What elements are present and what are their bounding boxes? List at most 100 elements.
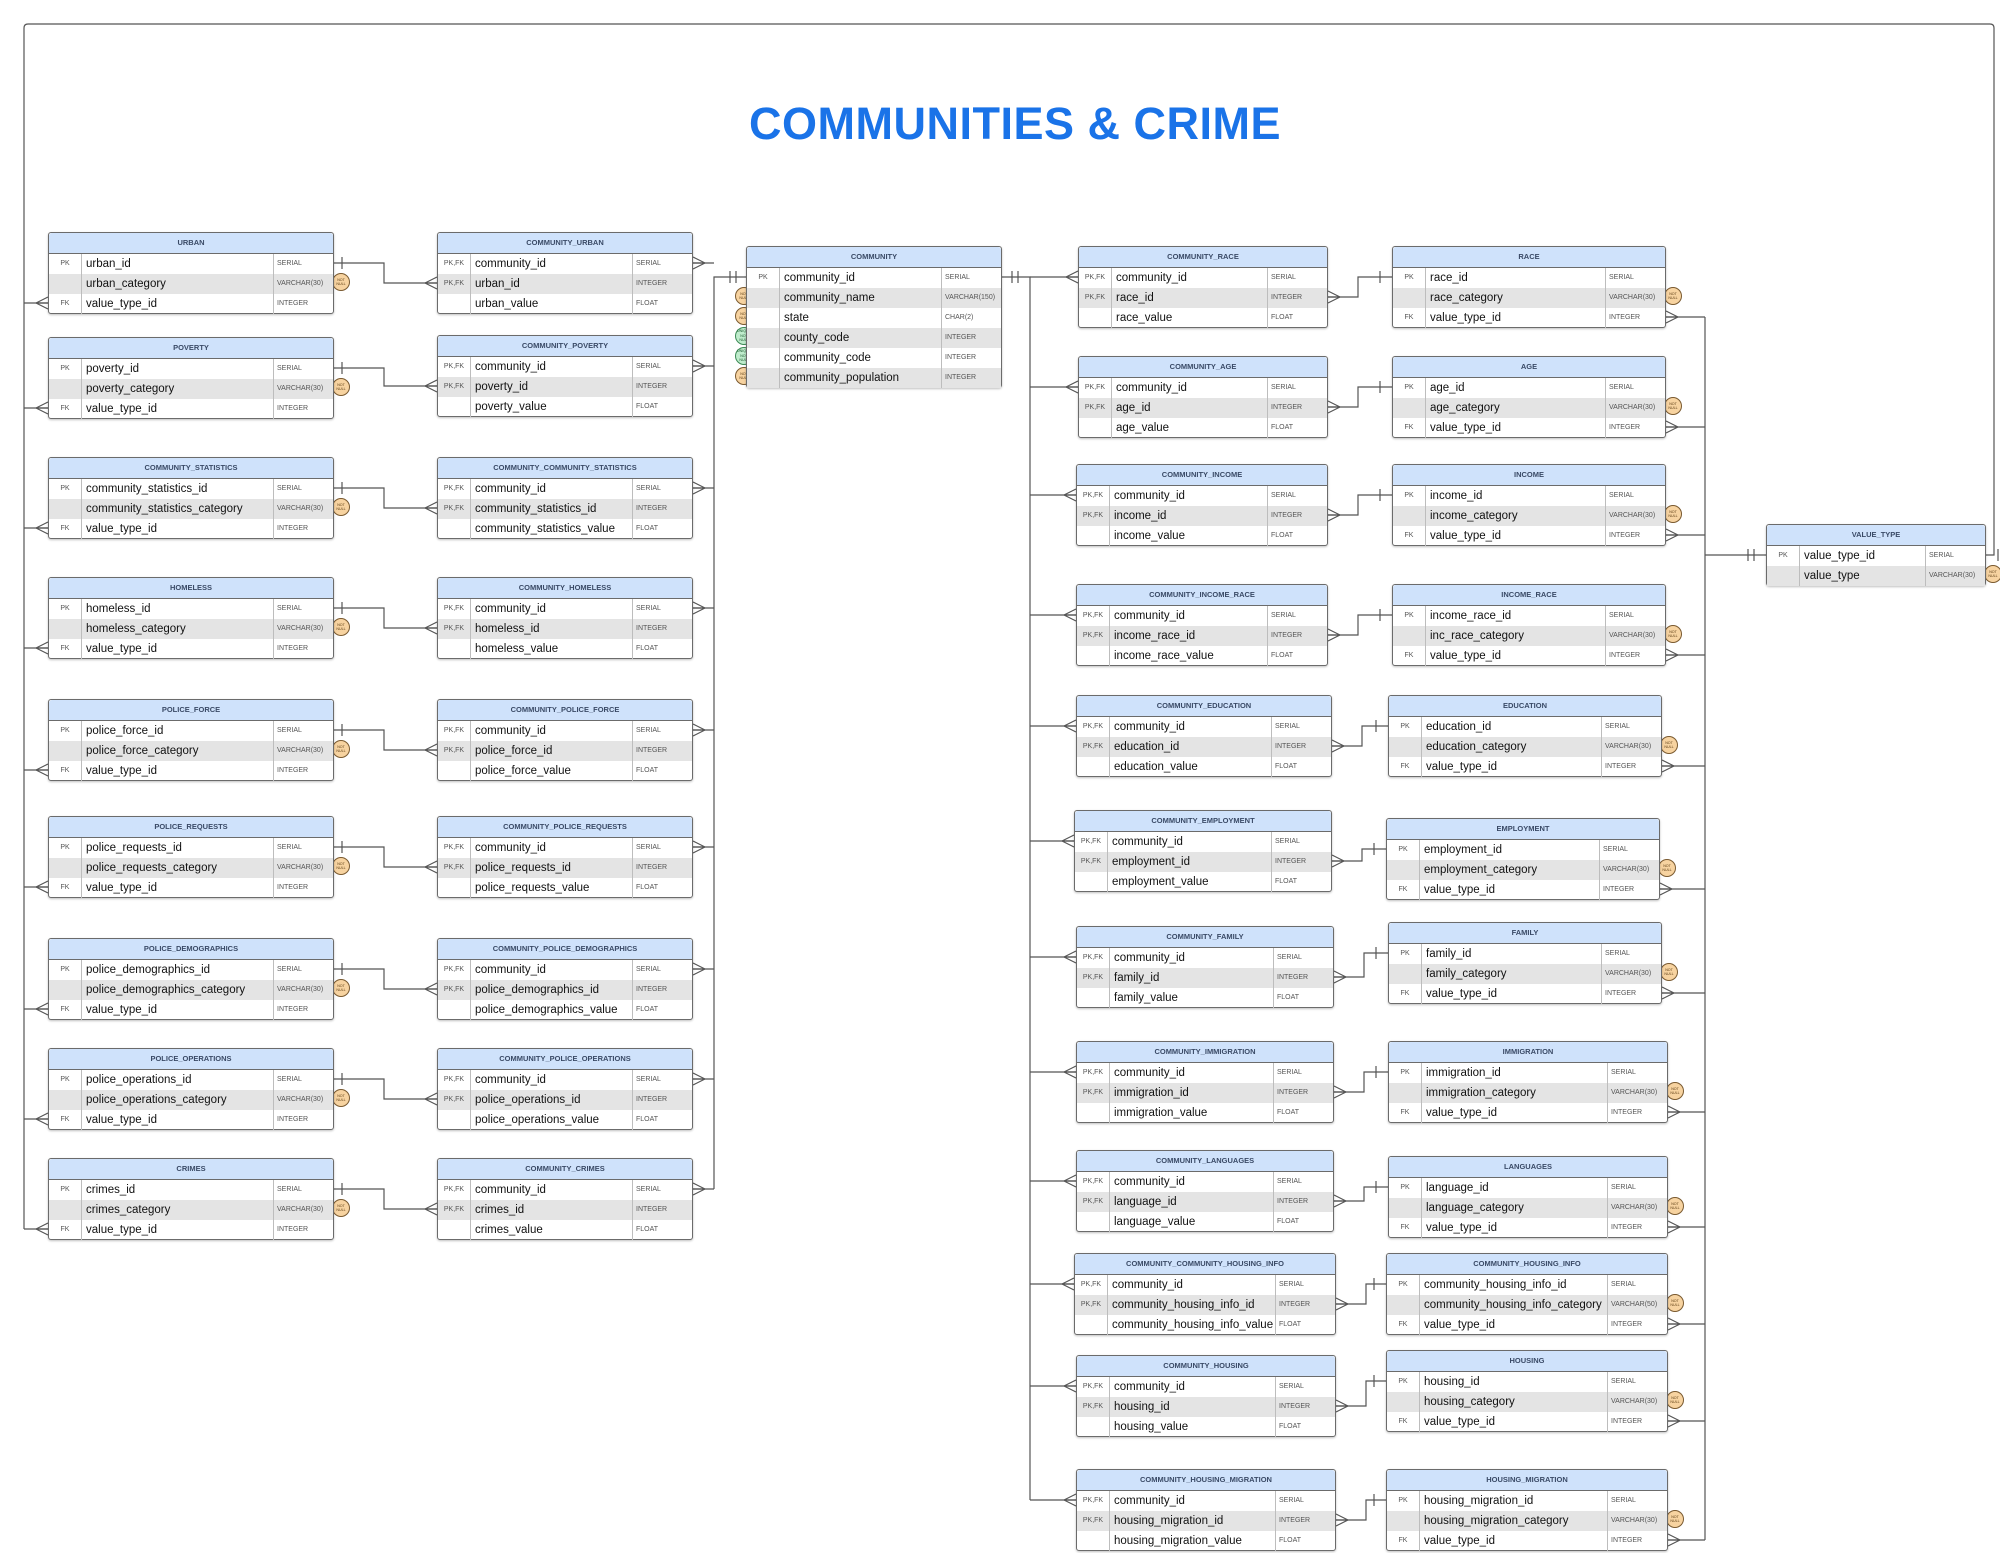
crow-foot-marker [1063, 488, 1077, 502]
table-crimes[interactable]: CRIMES PK crimes_id SERIAL crimes_category VA… [48, 1158, 334, 1240]
table-urban[interactable]: URBAN PK urban_id SERIAL urban_category VARCH… [48, 232, 334, 314]
column-name: community_id [1110, 1491, 1276, 1511]
key-marker: PK [1387, 1372, 1420, 1392]
column-name: value_type_id [82, 1220, 274, 1240]
key-marker [1389, 964, 1422, 984]
table-header: COMMUNITY_COMMUNITY_HOUSING_INFO [1075, 1254, 1335, 1275]
table-family[interactable]: FAMILY PK family_id SERIAL family_category VA… [1388, 922, 1662, 1004]
key-marker [1077, 1531, 1110, 1551]
table-row: community_statistics_category VARCHAR(30) [49, 499, 333, 519]
column-name: immigration_category [1422, 1083, 1608, 1103]
table-value-type[interactable]: VALUE_TYPE PK value_type_id SERIAL value_typ… [1766, 524, 1986, 586]
table-community-crimes[interactable]: COMMUNITY_CRIMES PK,FK community_id SERIAL P… [437, 1158, 693, 1240]
table-age[interactable]: AGE PK age_id SERIAL age_category VARCHAR(30)… [1392, 356, 1666, 438]
table-row: PK language_id SERIAL [1389, 1178, 1667, 1198]
table-community-police-requests[interactable]: COMMUNITY_POLICE_REQUESTS PK,FK community_… [437, 816, 693, 898]
table-income-race[interactable]: INCOME_RACE PK income_race_id SERIAL inc_rac… [1392, 584, 1666, 666]
column-type: VARCHAR(30) [277, 747, 324, 754]
key-marker [1387, 860, 1420, 880]
column-type: INTEGER [636, 986, 668, 993]
table-community[interactable]: COMMUNITY PK community_id SERIAL community_n… [746, 246, 1002, 388]
table-languages[interactable]: LANGUAGES PK language_id SERIAL language_cat… [1388, 1156, 1668, 1238]
key-marker: FK [49, 1000, 82, 1020]
crow-foot-marker [424, 379, 438, 393]
crow-foot-marker [1333, 1085, 1347, 1099]
table-housing-migration[interactable]: HOUSING_MIGRATION PK housing_migration_id S… [1386, 1469, 1668, 1551]
table-community-employment[interactable]: COMMUNITY_EMPLOYMENT PK,FK community_id SER… [1074, 810, 1332, 892]
table-community-race[interactable]: COMMUNITY_RACE PK,FK community_id SERIAL PK,… [1078, 246, 1328, 328]
key-marker: FK [49, 294, 82, 314]
key-marker [747, 288, 780, 308]
column-name: community_population [780, 368, 942, 388]
key-marker: FK [49, 878, 82, 898]
table-race[interactable]: RACE PK race_id SERIAL race_category VARCHAR(… [1392, 246, 1666, 328]
crow-foot-marker [692, 723, 706, 737]
table-community-housing[interactable]: COMMUNITY_HOUSING PK,FK community_id SERIAL… [1076, 1355, 1336, 1437]
table-community-poverty[interactable]: COMMUNITY_POVERTY PK,FK community_id SERIAL… [437, 335, 693, 417]
table-row: FK value_type_id INTEGER [1389, 1103, 1667, 1123]
table-police-requests[interactable]: POLICE_REQUESTS PK police_requests_id SERIA… [48, 816, 334, 898]
column-type: VARCHAR(150) [945, 294, 996, 301]
table-poverty[interactable]: POVERTY PK poverty_id SERIAL poverty_categor… [48, 337, 334, 419]
table-community-community-statistics[interactable]: COMMUNITY_COMMUNITY_STATISTICS PK,FK commu… [437, 457, 693, 539]
table-community-housing-migration[interactable]: COMMUNITY_HOUSING_MIGRATION PK,FK communit… [1076, 1469, 1336, 1551]
table-community-urban[interactable]: COMMUNITY_URBAN PK,FK community_id SERIAL PK… [437, 232, 693, 314]
constraint-badge: NOT NULL [1666, 1197, 1684, 1215]
key-marker: PK [49, 479, 82, 499]
table-community-community-housing-info[interactable]: COMMUNITY_COMMUNITY_HOUSING_INFO PK,FK com… [1074, 1253, 1336, 1335]
column-type: INTEGER [1611, 1418, 1643, 1425]
constraint-badge: NOT NULL [332, 498, 350, 516]
column-type: SERIAL [1929, 552, 1954, 559]
table-header: COMMUNITY_EMPLOYMENT [1075, 811, 1331, 832]
table-community-statistics[interactable]: COMMUNITY_STATISTICS PK community_statisti… [48, 457, 334, 539]
key-marker: PK [1393, 268, 1426, 288]
table-community-police-operations[interactable]: COMMUNITY_POLICE_OPERATIONS PK,FK communit… [437, 1048, 693, 1130]
table-row: education_value FLOAT [1077, 757, 1331, 777]
table-community-age[interactable]: COMMUNITY_AGE PK,FK community_id SERIAL PK,F… [1078, 356, 1328, 438]
key-marker: PK [49, 838, 82, 858]
table-community-income-race[interactable]: COMMUNITY_INCOME_RACE PK,FK community_id SE… [1076, 584, 1328, 666]
table-row: immigration_category VARCHAR(30) [1389, 1083, 1667, 1103]
table-employment[interactable]: EMPLOYMENT PK employment_id SERIAL employmen… [1386, 818, 1660, 900]
column-name: income_race_id [1110, 626, 1268, 646]
table-community-family[interactable]: COMMUNITY_FAMILY PK,FK community_id SERIAL P… [1076, 926, 1334, 1008]
column-name: value_type_id [82, 1000, 274, 1020]
table-income[interactable]: INCOME PK income_id SERIAL income_category VA… [1392, 464, 1666, 546]
table-community-police-force[interactable]: COMMUNITY_POLICE_FORCE PK,FK community_id S… [437, 699, 693, 781]
column-type: SERIAL [1605, 950, 1630, 957]
table-community-education[interactable]: COMMUNITY_EDUCATION PK,FK community_id SERI… [1076, 695, 1332, 777]
table-row: PK crimes_id SERIAL [49, 1180, 333, 1200]
table-row: PK education_id SERIAL [1389, 717, 1661, 737]
table-police-demographics[interactable]: POLICE_DEMOGRAPHICS PK police_demographics… [48, 938, 334, 1020]
column-name: race_category [1426, 288, 1606, 308]
column-name: police_demographics_id [82, 960, 274, 980]
crow-foot-marker [1327, 508, 1341, 522]
table-police-operations[interactable]: POLICE_OPERATIONS PK police_operations_id S… [48, 1048, 334, 1130]
column-type: FLOAT [1279, 1423, 1302, 1430]
table-community-languages[interactable]: COMMUNITY_LANGUAGES PK,FK community_id SERI… [1076, 1150, 1334, 1232]
column-name: value_type_id [1426, 418, 1606, 438]
column-type: INTEGER [945, 334, 977, 341]
table-education[interactable]: EDUCATION PK education_id SERIAL education_c… [1388, 695, 1662, 777]
table-community-income[interactable]: COMMUNITY_INCOME PK,FK community_id SERIAL P… [1076, 464, 1328, 546]
table-community-homeless[interactable]: COMMUNITY_HOMELESS PK,FK community_id SERIA… [437, 577, 693, 659]
table-header: COMMUNITY [747, 247, 1001, 268]
column-type: INTEGER [277, 525, 309, 532]
crow-foot-marker [1667, 1533, 1681, 1547]
key-marker: PK,FK [1077, 737, 1110, 757]
table-row: PK,FK homeless_id INTEGER [438, 619, 692, 639]
constraint-badge: NOT NULL [332, 1089, 350, 1107]
table-community-immigration[interactable]: COMMUNITY_IMMIGRATION PK,FK community_id SE… [1076, 1041, 1334, 1123]
table-row: inc_race_category VARCHAR(30) [1393, 626, 1665, 646]
column-name: community_id [471, 599, 633, 619]
column-type: SERIAL [1611, 1378, 1636, 1385]
table-community-police-demographics[interactable]: COMMUNITY_POLICE_DEMOGRAPHICS PK,FK commun… [437, 938, 693, 1020]
key-marker: PK,FK [1077, 948, 1110, 968]
relation-line [1336, 1499, 1386, 1521]
table-immigration[interactable]: IMMIGRATION PK immigration_id SERIAL immigra… [1388, 1041, 1668, 1123]
table-police-force[interactable]: POLICE_FORCE PK police_force_id SERIAL polic… [48, 699, 334, 781]
table-housing[interactable]: HOUSING PK housing_id SERIAL housing_categor… [1386, 1350, 1668, 1432]
table-homeless[interactable]: HOMELESS PK homeless_id SERIAL homeless_cate… [48, 577, 334, 659]
table-community-housing-info[interactable]: COMMUNITY_HOUSING_INFO PK community_housin… [1386, 1253, 1668, 1335]
table-row: PK employment_id SERIAL [1387, 840, 1659, 860]
